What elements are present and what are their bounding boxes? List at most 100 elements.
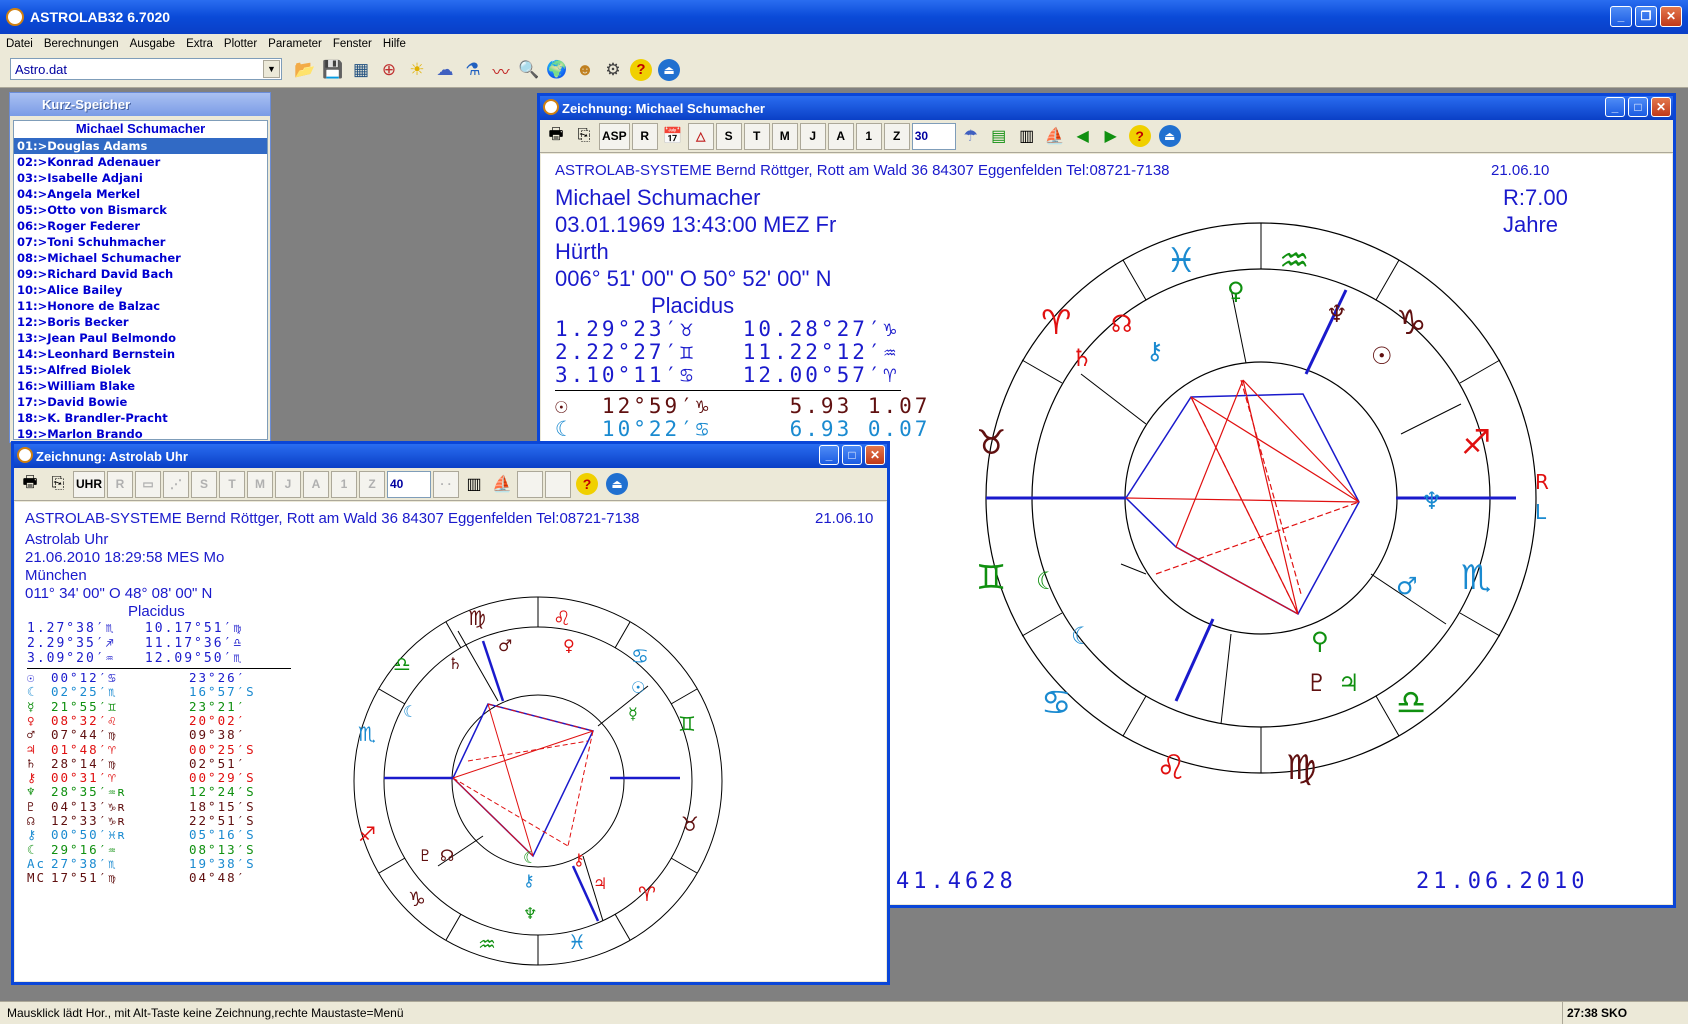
triangle-icon[interactable]: △: [687, 122, 714, 150]
close-button[interactable]: ✕: [1651, 97, 1671, 117]
list-item[interactable]: 17:>David Bowie: [14, 394, 267, 410]
list-item[interactable]: 05:>Otto von Bismarck: [14, 202, 267, 218]
uhr-birth: 21.06.2010 18:29:58 MES Mo: [25, 549, 225, 566]
weather-icon[interactable]: ☁: [432, 57, 458, 83]
app-title: ASTROLAB32 6.7020: [30, 9, 171, 25]
leo-icon: ♌: [553, 606, 571, 630]
axis-l-label: L: [1535, 500, 1547, 524]
aquarius-icon: ♒: [478, 932, 496, 956]
copy-icon[interactable]: ⎘: [45, 471, 71, 498]
close-button[interactable]: ✕: [1660, 6, 1682, 27]
bar-chart-icon[interactable]: ▥: [461, 471, 487, 498]
one-button[interactable]: 1: [855, 122, 882, 150]
list-item[interactable]: 10:>Alice Bailey: [14, 282, 267, 298]
m-button[interactable]: M: [771, 122, 798, 150]
minimize-button[interactable]: _: [1610, 6, 1632, 27]
uhr-chart-canvas[interactable]: ASTROLAB-SYSTEME Bernd Röttger, Rott am …: [15, 502, 886, 981]
list-item[interactable]: 11:>Honore de Balzac: [14, 298, 267, 314]
menu-berechnungen[interactable]: Berechnungen: [44, 38, 119, 50]
sun-icon[interactable]: ☀: [404, 57, 430, 83]
list-item[interactable]: 06:>Roger Federer: [14, 218, 267, 234]
list-item[interactable]: 04:>Angela Merkel: [14, 186, 267, 202]
maximize-button[interactable]: □: [842, 445, 862, 465]
restore-button[interactable]: ❐: [1635, 6, 1657, 27]
interval-spinner[interactable]: 40: [387, 470, 431, 498]
planet-row: ♆ 28°35′♒ʀ 12°24′S: [27, 784, 256, 799]
maximize-button[interactable]: □: [1628, 97, 1648, 117]
menu-extra[interactable]: Extra: [186, 38, 213, 50]
chiron-icon: ⚷: [523, 871, 535, 890]
calendar-icon[interactable]: 📅: [660, 123, 686, 150]
help-icon[interactable]: ?: [573, 471, 601, 498]
s-button[interactable]: S: [715, 122, 742, 150]
neptune-icon: ♆: [1326, 300, 1348, 328]
eject-icon[interactable]: ⏏: [1156, 123, 1184, 150]
folder-icon[interactable]: 📂: [292, 57, 318, 83]
minimize-button[interactable]: _: [1605, 97, 1625, 117]
ship-icon[interactable]: ⛵: [1042, 123, 1068, 150]
list-icon[interactable]: ▤: [986, 123, 1012, 150]
close-button[interactable]: ✕: [865, 445, 885, 465]
person-icon[interactable]: ☻: [572, 57, 598, 83]
list-item[interactable]: 02:>Konrad Adenauer: [14, 154, 267, 170]
eject-icon[interactable]: ⏏: [656, 57, 682, 83]
list-item[interactable]: 01:>Douglas Adams: [14, 138, 267, 154]
years-spinner[interactable]: 30: [911, 122, 956, 150]
main-name: Michael Schumacher: [555, 185, 761, 210]
menu-plotter[interactable]: Plotter: [224, 38, 257, 50]
t-button[interactable]: T: [743, 122, 770, 150]
weather-icon[interactable]: ☂: [958, 123, 984, 150]
magnifier-icon[interactable]: 🔍: [516, 57, 542, 83]
menu-hilfe[interactable]: Hilfe: [383, 38, 406, 50]
r-button[interactable]: R: [631, 122, 658, 150]
print-icon[interactable]: 🖶: [543, 123, 569, 150]
main-bottom-left: 41.4628: [896, 869, 1017, 894]
file-combo[interactable]: Astro.dat ▼: [10, 58, 282, 80]
help-icon[interactable]: ?: [1126, 123, 1154, 150]
menu-fenster[interactable]: Fenster: [333, 38, 372, 50]
flask-icon[interactable]: ⚗: [460, 57, 486, 83]
help-icon[interactable]: ?: [628, 57, 654, 83]
menu-parameter[interactable]: Parameter: [268, 38, 322, 50]
chevron-down-icon[interactable]: ▼: [263, 60, 280, 78]
save-icon[interactable]: 💾: [320, 57, 346, 83]
planet-symbol: ♂: [27, 727, 37, 743]
list-item[interactable]: 18:>K. Brandler-Pracht: [14, 410, 267, 426]
planet-position: 12°33′♑ʀ: [51, 813, 128, 828]
list-item[interactable]: 13:>Jean Paul Belmondo: [14, 330, 267, 346]
chiron-icon: ⚷: [1146, 337, 1164, 365]
list-item[interactable]: 16:>William Blake: [14, 378, 267, 394]
globe-chart-icon[interactable]: ⊕: [376, 57, 402, 83]
list-item[interactable]: 15:>Alfred Biolek: [14, 362, 267, 378]
uhr-coords: 011° 34' 00" O 48° 08' 00" N: [25, 585, 213, 602]
list-item[interactable]: 03:>Isabelle Adjani: [14, 170, 267, 186]
forward-arrow-icon[interactable]: ▶: [1098, 123, 1124, 150]
back-arrow-icon[interactable]: ◀: [1070, 123, 1096, 150]
menu-datei[interactable]: Datei: [6, 38, 33, 50]
calculator-icon[interactable]: ▦: [348, 57, 374, 83]
ship-icon[interactable]: ⛵: [489, 471, 515, 498]
chart-toolbar: 🖶 ⎘ ASP R 📅 △ S T M J A 1 Z 30 ☂ ▤ ▥ ⛵ ◀…: [540, 120, 1673, 153]
bar-chart-icon[interactable]: ▥: [1014, 123, 1040, 150]
list-item[interactable]: 09:>Richard David Bach: [14, 266, 267, 282]
z-button[interactable]: Z: [883, 122, 910, 150]
menu-ausgabe[interactable]: Ausgabe: [130, 38, 175, 50]
a-button[interactable]: A: [827, 122, 854, 150]
planet-symbol: Ac: [27, 855, 47, 871]
eject-icon[interactable]: ⏏: [603, 471, 631, 498]
kurz-list[interactable]: Michael Schumacher 01:>Douglas Adams 02:…: [13, 120, 268, 440]
copy-icon[interactable]: ⎘: [571, 123, 597, 150]
earth-icon[interactable]: 🌍: [544, 57, 570, 83]
graph-icon[interactable]: 〰: [488, 57, 514, 83]
j-button[interactable]: J: [799, 122, 826, 150]
list-item[interactable]: 08:>Michael Schumacher: [14, 250, 267, 266]
asp-button[interactable]: ASP: [599, 122, 630, 150]
list-item[interactable]: 07:>Toni Schuhmacher: [14, 234, 267, 250]
list-item[interactable]: 12:>Boris Becker: [14, 314, 267, 330]
minimize-button[interactable]: _: [819, 445, 839, 465]
list-item[interactable]: 14:>Leonhard Bernstein: [14, 346, 267, 362]
print-icon[interactable]: 🖶: [17, 471, 43, 498]
gear-icon[interactable]: ⚙: [600, 57, 626, 83]
uhr-button[interactable]: UHR: [73, 470, 105, 498]
list-item[interactable]: 19:>Marlon Brando: [14, 426, 267, 439]
